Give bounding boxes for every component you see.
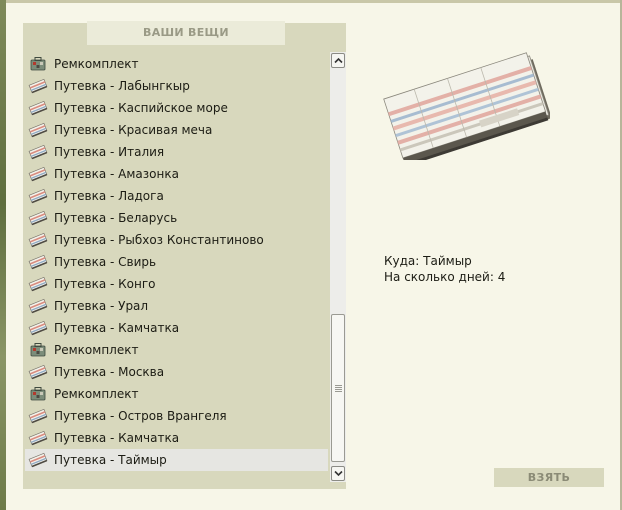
list-item-label: Путевка - Красивая меча <box>54 123 213 137</box>
item-details: Куда: Таймыр На сколько дней: 4 <box>384 253 505 285</box>
list-item[interactable]: Ремкомплект <box>25 53 328 75</box>
days-row: На сколько дней: 4 <box>384 269 505 285</box>
list-item[interactable]: Путевка - Урал <box>25 295 328 317</box>
list-item-label: Путевка - Урал <box>54 299 149 313</box>
repair-kit-icon <box>28 385 48 403</box>
ticket-icon <box>28 187 48 205</box>
grip-icon <box>335 385 342 392</box>
ticket-icon <box>28 77 48 95</box>
arrow-down-icon <box>334 470 343 477</box>
list-item[interactable]: Путевка - Беларусь <box>25 207 328 229</box>
list-item-label: Путевка - Ладога <box>54 189 164 203</box>
list-item[interactable]: Путевка - Ладога <box>25 185 328 207</box>
ticket-icon <box>28 165 48 183</box>
list-item[interactable]: Путевка - Остров Врангеля <box>25 405 328 427</box>
list-item-label: Путевка - Остров Врангеля <box>54 409 227 423</box>
list-item[interactable]: Ремкомплект <box>25 383 328 405</box>
list-item[interactable]: Путевка - Конго <box>25 273 328 295</box>
ticket-icon <box>28 231 48 249</box>
days-label: На сколько дней: <box>384 270 494 284</box>
list-item-label: Путевка - Москва <box>54 365 165 379</box>
list-item[interactable]: Путевка - Лабынгкыр <box>25 75 328 97</box>
list-item[interactable]: Путевка - Камчатка <box>25 427 328 449</box>
ticket-icon <box>28 451 48 469</box>
ticket-icon <box>28 297 48 315</box>
ticket-icon <box>28 429 48 447</box>
list-item-label: Путевка - Лабынгкыр <box>54 79 190 93</box>
scroll-up-button[interactable] <box>331 53 345 68</box>
list-item[interactable]: Путевка - Италия <box>25 141 328 163</box>
list-item[interactable]: Ремкомплект <box>25 339 328 361</box>
ticket-icon <box>28 209 48 227</box>
list-item[interactable]: Путевка - Камчатка <box>25 317 328 339</box>
list-item-label: Путевка - Свирь <box>54 255 157 269</box>
inventory-list: Ремкомплект Путевка - Лабынгкыр Путевка - … <box>25 53 328 471</box>
list-item-label: Путевка - Каспийское море <box>54 101 228 115</box>
list-item-label: Путевка - Рыбхоз Константиново <box>54 233 264 247</box>
destination-row: Куда: Таймыр <box>384 253 505 269</box>
repair-kit-icon <box>28 341 48 359</box>
destination-label: Куда: <box>384 254 420 268</box>
ticket-icon <box>28 363 48 381</box>
repair-kit-icon <box>28 55 48 73</box>
arrow-up-icon <box>334 57 343 64</box>
ticket-icon <box>28 253 48 271</box>
list-item-label: Ремкомплект <box>54 387 139 401</box>
ticket-icon <box>28 275 48 293</box>
scroll-thumb[interactable] <box>331 314 345 462</box>
ticket-icon <box>28 121 48 139</box>
ticket-icon <box>28 407 48 425</box>
top-border <box>0 0 622 3</box>
ticket-icon <box>28 319 48 337</box>
list-item-label: Путевка - Таймыр <box>54 453 167 467</box>
ticket-book-image <box>380 40 552 167</box>
list-item-label: Путевка - Амазонка <box>54 167 179 181</box>
list-item-label: Путевка - Конго <box>54 277 156 291</box>
ticket-icon <box>28 99 48 117</box>
list-item[interactable]: Путевка - Амазонка <box>25 163 328 185</box>
list-item-label: Путевка - Беларусь <box>54 211 178 225</box>
ticket-icon <box>28 143 48 161</box>
left-background-strip <box>0 0 6 510</box>
list-item[interactable]: Путевка - Рыбхоз Константиново <box>25 229 328 251</box>
list-item-label: Ремкомплект <box>54 57 139 71</box>
list-item[interactable]: Путевка - Таймыр <box>25 449 328 471</box>
list-item-label: Путевка - Камчатка <box>54 321 180 335</box>
days-value: 4 <box>497 270 506 284</box>
list-item-label: Ремкомплект <box>54 343 139 357</box>
list-item[interactable]: Путевка - Свирь <box>25 251 328 273</box>
list-item[interactable]: Путевка - Красивая меча <box>25 119 328 141</box>
list-item[interactable]: Путевка - Москва <box>25 361 328 383</box>
list-item[interactable]: Путевка - Каспийское море <box>25 97 328 119</box>
list-item-label: Путевка - Камчатка <box>54 431 180 445</box>
scrollbar[interactable] <box>330 52 346 482</box>
destination-value: Таймыр <box>423 254 472 268</box>
panel-title: ВАШИ ВЕЩИ <box>87 21 285 45</box>
take-button[interactable]: ВЗЯТЬ <box>494 468 604 487</box>
scroll-down-button[interactable] <box>331 466 345 481</box>
list-item-label: Путевка - Италия <box>54 145 165 159</box>
